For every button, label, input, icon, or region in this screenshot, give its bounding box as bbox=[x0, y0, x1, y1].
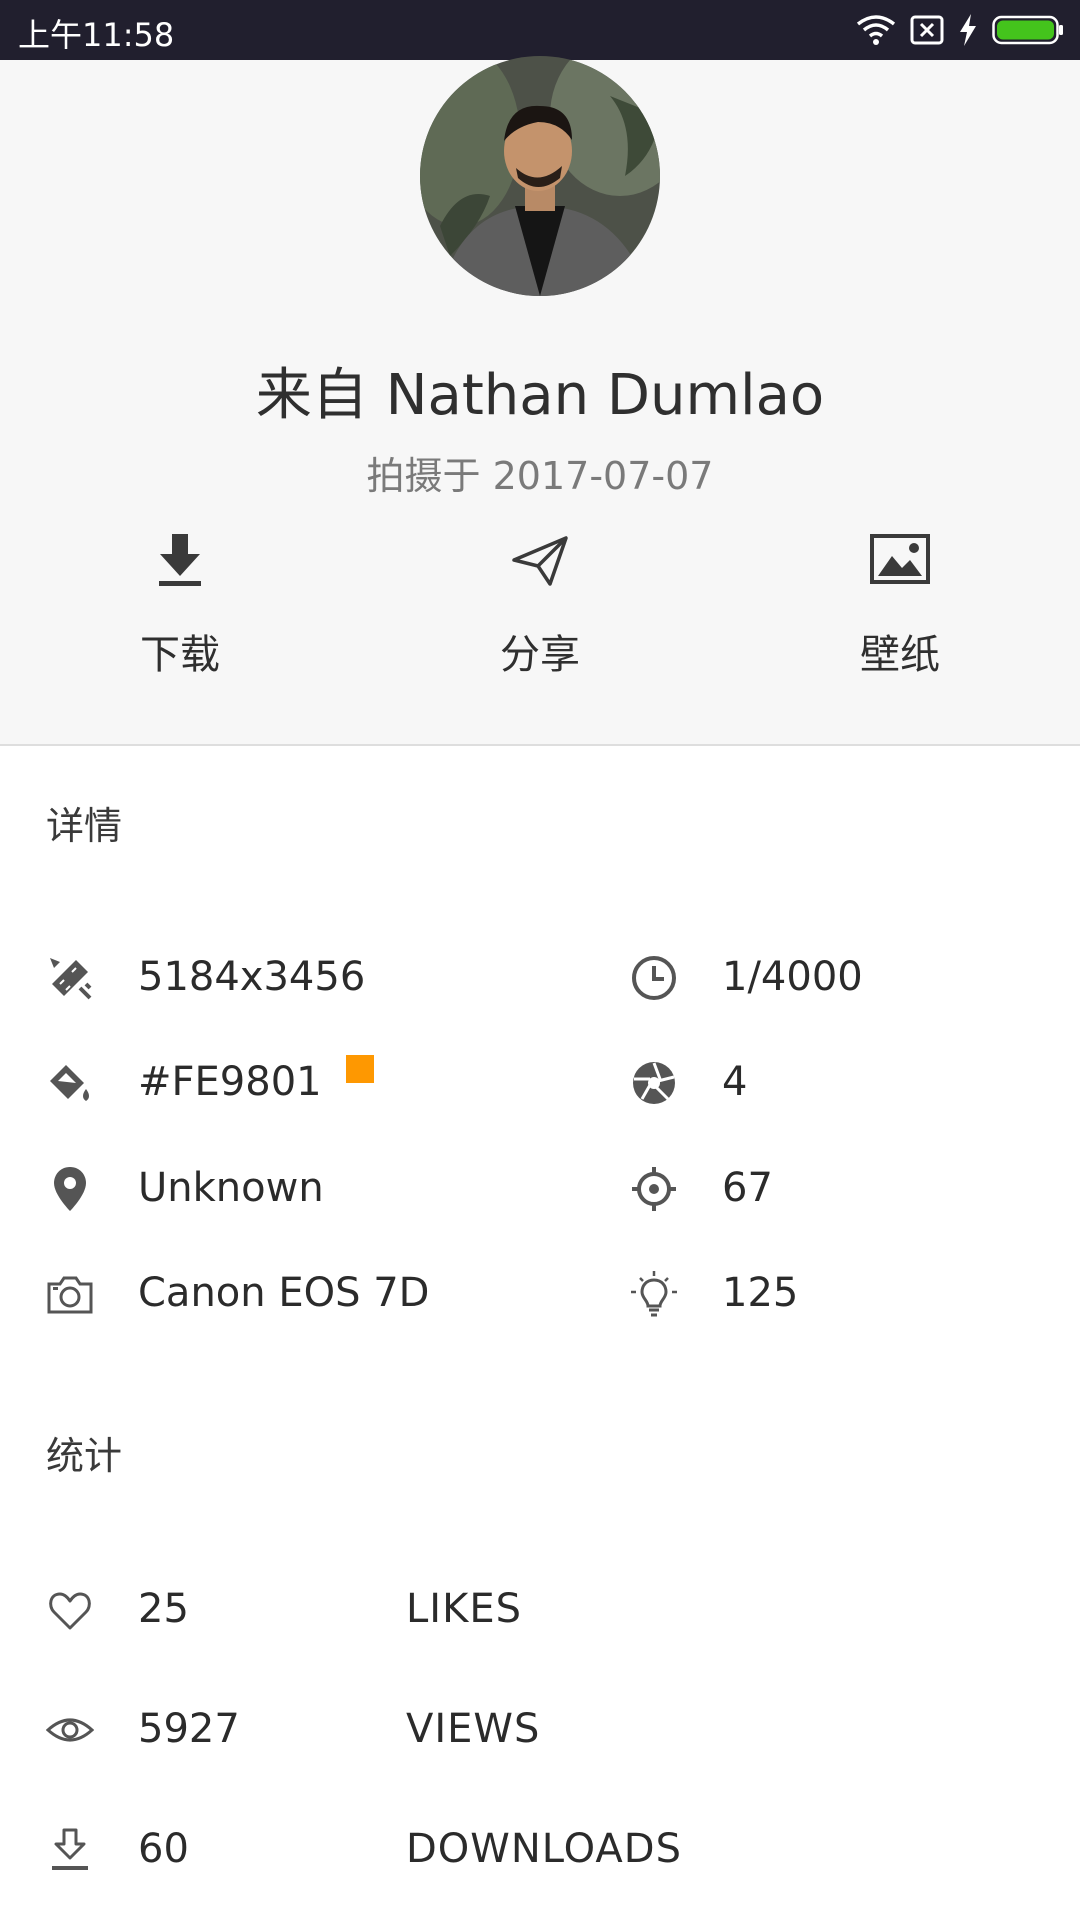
aperture-icon bbox=[630, 1059, 678, 1107]
download-button[interactable]: 下载 bbox=[60, 530, 300, 710]
stats-heading: 统计 bbox=[46, 1434, 123, 1478]
clock-icon bbox=[630, 954, 678, 1002]
detail-resolution: 5184x3456 bbox=[46, 948, 546, 1008]
battery-icon bbox=[992, 14, 1064, 46]
stat-downloads: 60 DOWNLOADS bbox=[46, 1816, 946, 1886]
views-label: VIEWS bbox=[406, 1706, 541, 1752]
photo-title: 来自 Nathan Dumlao bbox=[255, 363, 825, 428]
camera-icon bbox=[46, 1270, 94, 1318]
stat-views: 5927 VIEWS bbox=[45, 1696, 946, 1766]
share-label: 分享 bbox=[500, 632, 580, 678]
downloads-label: DOWNLOADS bbox=[406, 1826, 682, 1872]
download-icon bbox=[150, 530, 210, 590]
detail-aperture: 4 bbox=[630, 1053, 1080, 1113]
photo-date: 拍摄于 2017-07-07 bbox=[366, 454, 714, 498]
wallpaper-icon bbox=[870, 530, 930, 590]
stat-likes: 25 LIKES bbox=[46, 1576, 946, 1646]
details-heading: 详情 bbox=[46, 804, 123, 848]
status-time: 上午11:58 bbox=[18, 16, 175, 54]
photo-header: 来自 Nathan Dumlao 拍摄于 2017-07-07 下载 分享 壁纸 bbox=[0, 56, 1080, 746]
crosshair-icon bbox=[630, 1165, 678, 1213]
status-icons bbox=[856, 12, 1064, 48]
aperture-value: 4 bbox=[722, 1059, 748, 1105]
iso-value: 125 bbox=[722, 1270, 799, 1316]
ruler-pencil-icon bbox=[46, 954, 94, 1002]
detail-focal: 67 bbox=[630, 1159, 1080, 1219]
location-pin-icon bbox=[46, 1165, 94, 1213]
share-button[interactable]: 分享 bbox=[420, 530, 660, 710]
avatar[interactable] bbox=[420, 56, 660, 296]
wifi-icon bbox=[856, 14, 896, 46]
lightbulb-icon bbox=[630, 1270, 678, 1318]
heart-icon bbox=[46, 1586, 94, 1634]
detail-exposure: 1/4000 bbox=[630, 948, 1080, 1008]
share-icon bbox=[510, 530, 570, 590]
paint-bucket-icon bbox=[46, 1059, 94, 1107]
detail-iso: 125 bbox=[630, 1264, 1080, 1324]
camera-value: Canon EOS 7D bbox=[138, 1270, 430, 1316]
status-bar: 上午11:58 bbox=[0, 0, 1080, 60]
eye-icon bbox=[45, 1706, 95, 1754]
detail-location: Unknown bbox=[46, 1159, 546, 1219]
detail-camera: Canon EOS 7D bbox=[46, 1264, 546, 1324]
exposure-value: 1/4000 bbox=[722, 954, 863, 1000]
color-value: #FE9801 bbox=[138, 1059, 322, 1105]
color-swatch bbox=[346, 1055, 374, 1083]
download-outline-icon bbox=[46, 1826, 94, 1874]
wallpaper-button[interactable]: 壁纸 bbox=[780, 530, 1020, 710]
wallpaper-label: 壁纸 bbox=[860, 632, 940, 678]
likes-label: LIKES bbox=[406, 1586, 522, 1632]
location-value: Unknown bbox=[138, 1165, 324, 1211]
downloads-count: 60 bbox=[138, 1826, 189, 1872]
detail-color: #FE9801 bbox=[46, 1053, 546, 1113]
resolution-value: 5184x3456 bbox=[138, 954, 366, 1000]
download-label: 下载 bbox=[140, 632, 220, 678]
sim-x-icon bbox=[910, 15, 944, 45]
focal-value: 67 bbox=[722, 1165, 773, 1211]
charging-icon bbox=[958, 14, 978, 46]
likes-count: 25 bbox=[138, 1586, 189, 1632]
views-count: 5927 bbox=[138, 1706, 240, 1752]
